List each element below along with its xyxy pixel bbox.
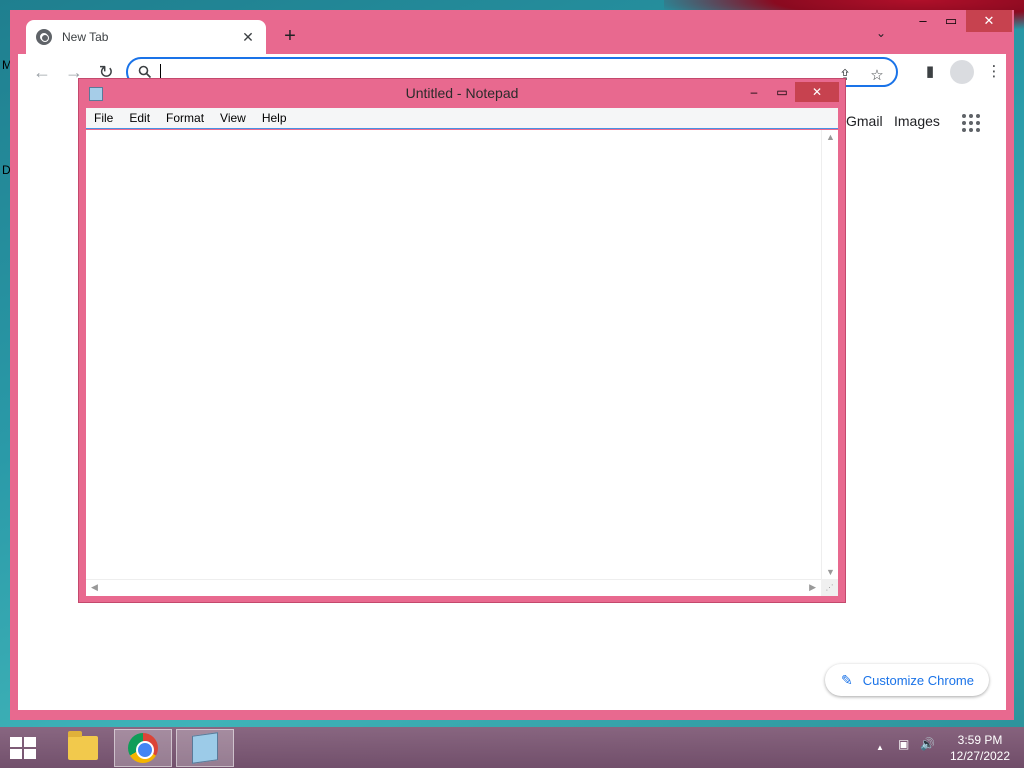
menu-view[interactable]: View <box>212 111 254 125</box>
menu-help[interactable]: Help <box>254 111 295 125</box>
tab-close-icon[interactable]: ✕ <box>240 29 256 46</box>
windows-start-icon[interactable] <box>10 737 38 759</box>
taskbar-notepad[interactable] <box>176 729 234 767</box>
window-title: Untitled - Notepad <box>405 85 519 101</box>
clock-date: 12/27/2022 <box>949 749 1011 763</box>
back-icon[interactable]: ← <box>30 60 54 84</box>
clock-time: 3:59 PM <box>957 733 1003 747</box>
google-apps-icon[interactable] <box>962 114 980 132</box>
tab-title: New Tab <box>62 30 109 44</box>
close-button[interactable]: ✕ <box>966 10 1012 32</box>
menu-bar: File Edit Format View Help <box>86 108 838 129</box>
clock[interactable]: 3:59 PM 12/27/2022 <box>944 732 1016 764</box>
customize-chrome-label: Customize Chrome <box>862 672 974 688</box>
text-editor-area[interactable] <box>86 130 838 596</box>
tab-search-icon[interactable]: ⌄ <box>876 26 886 40</box>
chrome-favicon-icon <box>36 29 52 45</box>
volume-icon[interactable]: 🔊 <box>920 737 935 751</box>
notepad-window: Untitled - Notepad – ▭ ✕ File Edit Forma… <box>78 78 846 603</box>
network-icon[interactable]: ▣ <box>898 737 909 751</box>
minimize-button[interactable]: – <box>743 82 765 102</box>
taskbar-file-explorer[interactable] <box>54 729 112 767</box>
tab-new-tab[interactable]: New Tab ✕ <box>26 20 266 54</box>
show-hidden-icons-icon[interactable]: ▲ <box>876 743 884 752</box>
customize-chrome-button[interactable]: ✎ Customize Chrome <box>825 664 989 696</box>
profile-avatar-icon[interactable] <box>950 60 974 84</box>
folder-icon <box>68 731 98 760</box>
pencil-icon: ✎ <box>841 671 853 688</box>
chrome-icon <box>128 733 158 763</box>
menu-format[interactable]: Format <box>158 111 212 125</box>
notepad-icon <box>192 732 218 764</box>
taskbar-chrome[interactable] <box>114 729 172 767</box>
taskbar: ▲ ▣ 🔊 3:59 PM 12/27/2022 <box>0 727 1024 768</box>
images-link[interactable]: Images <box>894 113 940 129</box>
new-tab-button[interactable]: + <box>278 24 302 48</box>
side-panel-icon[interactable]: ▮ <box>918 60 942 84</box>
maximize-button[interactable]: ▭ <box>771 82 793 102</box>
bookmark-star-icon[interactable]: ☆ <box>866 65 888 87</box>
gmail-link[interactable]: Gmail <box>846 113 883 129</box>
chrome-menu-icon[interactable]: ⋮ <box>982 60 1006 84</box>
menu-edit[interactable]: Edit <box>121 111 158 125</box>
close-button[interactable]: ✕ <box>795 82 839 102</box>
tab-strip: New Tab ✕ + ⌄ – ▭ ✕ <box>10 10 1014 54</box>
minimize-button[interactable]: – <box>910 10 936 32</box>
search-icon <box>138 65 152 79</box>
menu-file[interactable]: File <box>86 111 121 125</box>
maximize-button[interactable]: ▭ <box>938 10 964 32</box>
